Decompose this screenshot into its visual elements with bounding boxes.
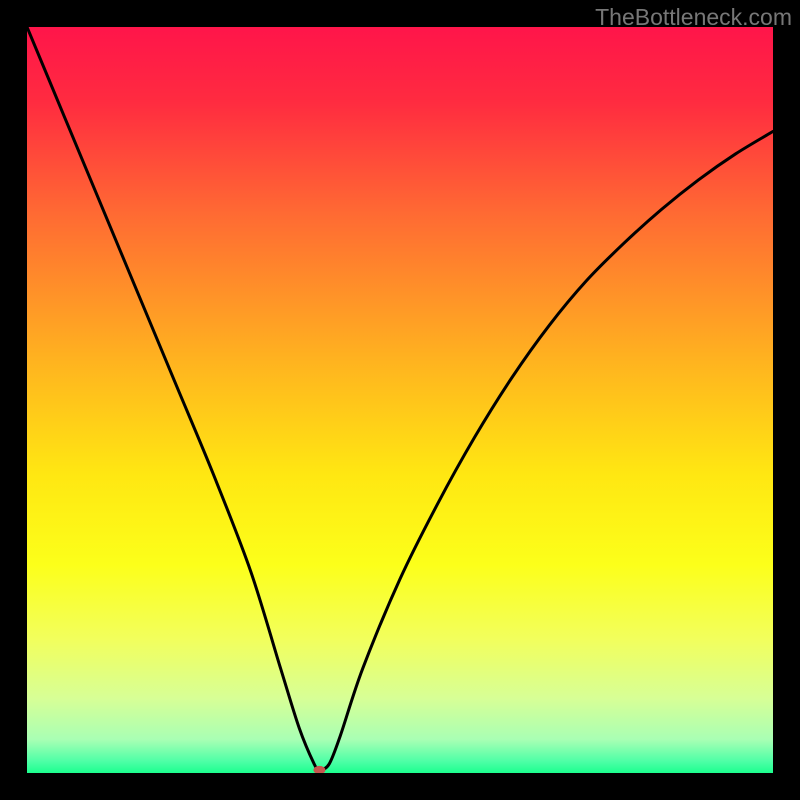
plot-area [27, 27, 773, 773]
watermark-text: TheBottleneck.com [595, 4, 792, 31]
chart-svg [27, 27, 773, 773]
gradient-background [27, 27, 773, 773]
chart-container: TheBottleneck.com [0, 0, 800, 800]
